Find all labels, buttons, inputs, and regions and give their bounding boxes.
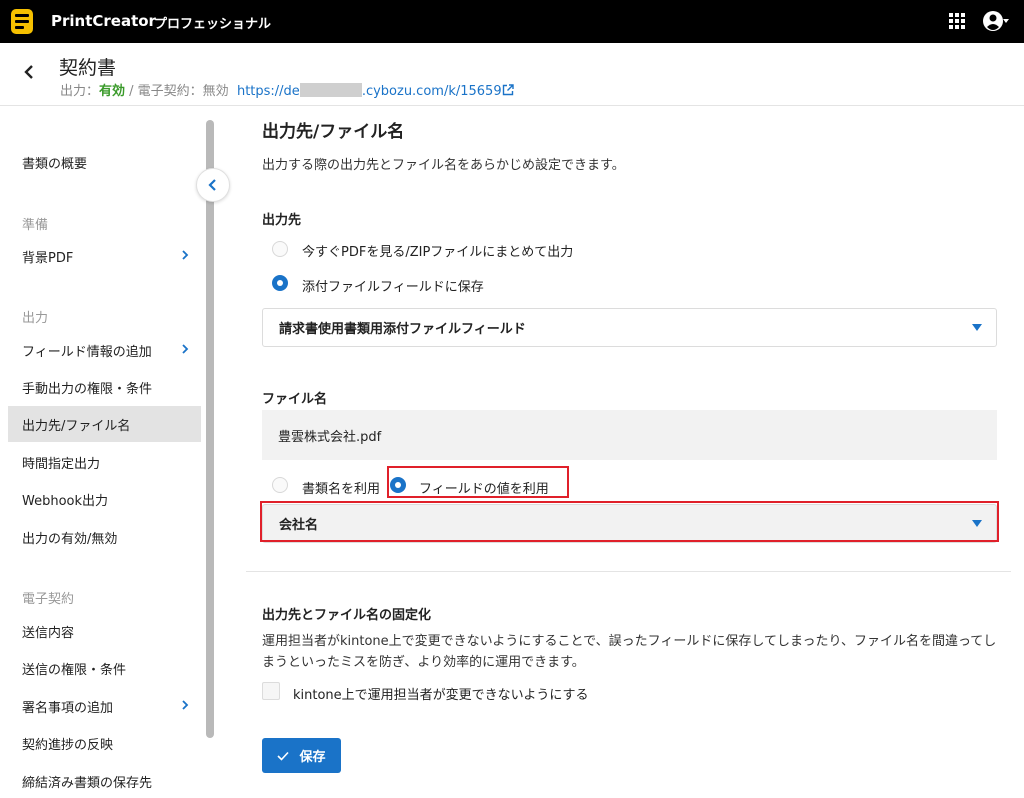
dest-field-select-value: 請求書使用書類用添付ファイルフィールド	[279, 322, 526, 337]
sidebar-scrollbar[interactable]	[206, 120, 214, 738]
back-arrow-icon[interactable]	[18, 61, 40, 83]
lock-checkbox-label[interactable]: kintone上で運用担当者が変更できないようにする	[293, 684, 589, 703]
status-output-value: 有効	[99, 84, 126, 99]
save-button[interactable]: 保存	[262, 738, 341, 773]
lock-description: 運用担当者がkintone上で変更できないようにすることで、誤ったフィールドに保…	[262, 634, 997, 670]
document-title: 契約書	[59, 57, 117, 79]
sidebar-item-label: 時間指定出力	[22, 456, 101, 472]
sidebar-item-webhook[interactable]: Webhook出力	[8, 481, 201, 517]
check-icon	[277, 751, 290, 761]
app-name: PrintCreator	[51, 12, 156, 30]
sidebar-section-econtract: 電子契約	[22, 592, 75, 607]
dropdown-arrow-icon	[972, 324, 982, 331]
dest-radio-attachment-label[interactable]: 添付ファイルフィールドに保存	[302, 276, 484, 295]
dest-radio-pdf[interactable]	[272, 241, 288, 257]
url-end: .cybozu.com/k/15659	[361, 84, 502, 99]
sidebar-item-field-info[interactable]: フィールド情報の追加	[8, 332, 201, 368]
sidebar-item-signature[interactable]: 署名事項の追加	[8, 688, 201, 724]
chevron-right-icon	[182, 344, 189, 354]
highlight-box-select	[260, 501, 999, 542]
main-content: 出力先/ファイル名 出力する際の出力先とファイル名をあらかじめ設定できます。 出…	[216, 107, 1024, 798]
dest-radio-pdf-label[interactable]: 今すぐPDFを見る/ZIPファイルにまとめて出力	[302, 241, 573, 260]
external-link-icon[interactable]	[502, 84, 514, 96]
sidebar-item-label: 手動出力の権限・条件	[22, 381, 153, 397]
top-bar: PrintCreator プロフェッショナル	[0, 0, 1024, 43]
highlight-box-radio	[387, 466, 569, 498]
sidebar-item-label: 出力先/ファイル名	[22, 418, 131, 434]
status-econtract: / 電子契約：無効	[125, 84, 229, 99]
sidebar-item-label: 署名事項の追加	[22, 700, 114, 716]
filename-preview: 豊雲株式会社.pdf	[262, 410, 997, 460]
sidebar-item-label: 送信の権限・条件	[22, 662, 127, 678]
sidebar-item-send-permission[interactable]: 送信の権限・条件	[8, 650, 201, 686]
sidebar-item-label: 締結済み書類の保存先	[22, 775, 153, 791]
lock-title: 出力先とファイル名の固定化	[262, 608, 432, 623]
sidebar: 書類の概要 準備 背景PDF 出力 フィールド情報の追加 手動出力の権限・条件 …	[0, 107, 216, 798]
status-line: 出力：有効 / 電子契約：無効 https://de .cybozu.com/k/…	[60, 80, 514, 99]
sidebar-item-manual-output[interactable]: 手動出力の権限・条件	[8, 369, 201, 405]
sidebar-item-send-content[interactable]: 送信内容	[8, 613, 201, 649]
filename-radio-docname[interactable]	[272, 477, 288, 493]
page-title: 出力先/ファイル名	[262, 122, 405, 142]
filename-radio-docname-label[interactable]: 書類名を利用	[302, 478, 380, 497]
url-start: https://de	[236, 84, 300, 99]
sidebar-item-output-toggle[interactable]: 出力の有効/無効	[8, 519, 201, 555]
dest-radio-attachment[interactable]	[272, 275, 288, 291]
filename-preview-value: 豊雲株式会社.pdf	[278, 429, 382, 445]
sidebar-item-scheduled-output[interactable]: 時間指定出力	[8, 444, 201, 480]
chevron-right-icon	[182, 700, 189, 710]
sidebar-section-output: 出力	[22, 311, 49, 326]
lock-checkbox[interactable]	[262, 682, 280, 700]
status-prefix: 出力：	[60, 84, 100, 99]
chevron-right-icon	[182, 250, 189, 260]
account-circle-icon[interactable]	[983, 9, 1009, 33]
sidebar-item-overview[interactable]: 書類の概要	[8, 144, 201, 180]
sidebar-item-label: 出力の有効/無効	[22, 531, 118, 547]
sidebar-item-destination-filename[interactable]: 出力先/ファイル名	[8, 406, 201, 442]
sidebar-item-background-pdf[interactable]: 背景PDF	[8, 238, 201, 274]
sidebar-item-label: 送信内容	[22, 625, 75, 641]
app-url-link[interactable]: https://de .cybozu.com/k/15659	[236, 83, 514, 99]
dest-field-select[interactable]: 請求書使用書類用添付ファイルフィールド	[262, 308, 997, 347]
sidebar-item-label: Webhook出力	[22, 493, 109, 509]
url-redacted	[299, 83, 362, 97]
destination-label: 出力先	[262, 213, 302, 228]
save-button-label: 保存	[299, 750, 326, 765]
sidebar-item-label: フィールド情報の追加	[22, 344, 152, 360]
divider	[246, 571, 1011, 572]
sidebar-item-label: 背景PDF	[22, 250, 74, 266]
sidebar-section-prep: 準備	[22, 218, 49, 233]
filename-label: ファイル名	[262, 392, 328, 407]
sidebar-item-label: 書類の概要	[22, 156, 88, 172]
page-header: 契約書 出力：有効 / 電子契約：無効 https://de .cybozu.co…	[0, 43, 1024, 106]
page-description: 出力する際の出力先とファイル名をあらかじめ設定できます。	[262, 158, 625, 173]
sidebar-item-progress[interactable]: 契約進捗の反映	[8, 725, 201, 761]
grid-apps-icon[interactable]	[948, 12, 966, 30]
sidebar-item-label: 契約進捗の反映	[22, 737, 114, 753]
printcreator-logo-icon[interactable]	[10, 8, 34, 35]
sidebar-item-signed-storage[interactable]: 締結済み書類の保存先	[8, 763, 201, 798]
app-edition: プロフェッショナル	[154, 17, 272, 32]
